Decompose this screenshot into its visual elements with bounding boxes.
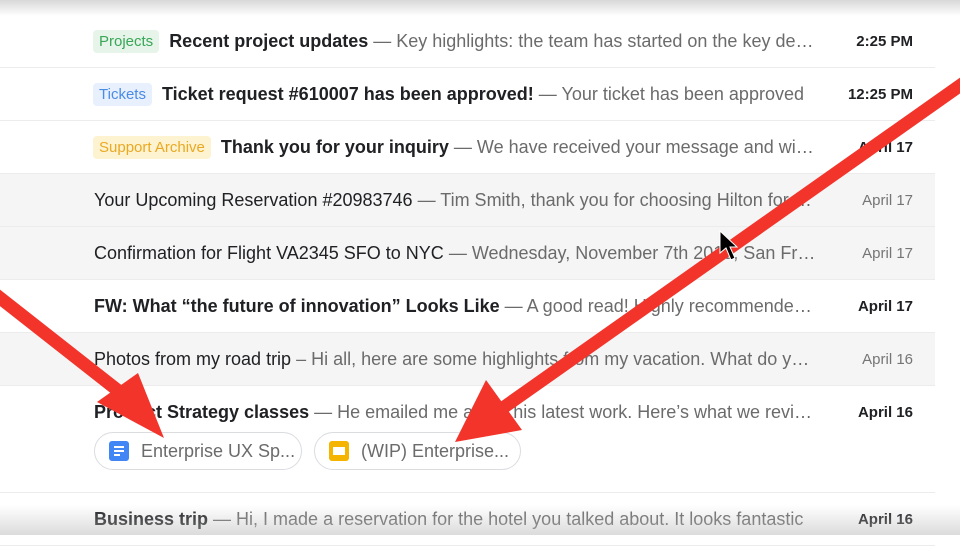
email-snippet: — Tim Smith, thank you for choosing Hilt… [417,189,817,210]
email-date: April 17 [862,244,913,262]
email-snippet: — Wednesday, November 7th 2015, San Fran… [443,242,817,263]
email-label-tag[interactable]: Tickets [93,82,152,106]
email-date: April 16 [857,510,913,528]
email-row[interactable]: Business trip — Hi, I made a reservation… [0,493,935,546]
email-row[interactable]: Confirmation for Flight VA2345 SFO to NY… [0,227,935,280]
email-date: April 17 [862,191,913,209]
attachment-chip-doc[interactable]: Enterprise UX Sp... [94,432,302,470]
email-date: April 17 [857,297,913,315]
attachment-chips: Enterprise UX Sp... (WIP) Enterprise... [94,432,521,470]
attachment-name: Enterprise UX Sp... [141,440,296,461]
email-snippet: — Hi, I made a reservation for the hotel… [208,508,804,529]
email-snippet: – Hi all, here are some highlights from … [291,348,817,369]
attachment-chip-slides[interactable]: (WIP) Enterprise... [314,432,521,470]
attachment-name: (WIP) Enterprise... [361,440,510,461]
email-row[interactable]: Your Upcoming Reservation #20983746 — Ti… [0,174,935,227]
top-shadow [0,0,960,16]
email-subject: Product Strategy classes [94,402,310,422]
email-snippet: — Key highlights: the team has started o… [373,30,817,51]
email-row[interactable]: Tickets Ticket request #610007 has been … [0,68,935,121]
email-subject: Recent project updates [169,30,369,51]
email-snippet: — Your ticket has been approved [533,83,804,104]
email-snippet: — A good read! Highly recommended for ev… [504,295,817,316]
email-date: April 17 [857,138,913,156]
email-subject: Photos from my road trip [94,348,292,369]
email-row[interactable]: FW: What “the future of innovation” Look… [0,280,935,333]
email-row[interactable]: Photos from my road trip – Hi all, here … [0,333,935,386]
email-subject: Your Upcoming Reservation #20983746 [94,189,413,210]
google-slides-icon [329,441,349,461]
google-docs-icon [109,441,129,461]
email-subject: Thank you for your inquiry [220,136,449,157]
email-row[interactable]: Projects Recent project updates — Key hi… [0,15,935,68]
email-label-tag[interactable]: Support Archive [93,135,211,159]
email-subject: FW: What “the future of innovation” Look… [94,295,500,316]
email-date: April 16 [862,350,913,368]
email-row[interactable]: Support Archive Thank you for your inqui… [0,121,935,174]
email-snippet: — He emailed me about his latest work. H… [309,402,817,422]
email-snippet: — We have received your message and will… [453,136,817,157]
email-label-tag[interactable]: Projects [93,29,160,53]
email-date: 12:25 PM [847,85,913,103]
mouse-cursor-icon [719,229,739,261]
email-subject: Business trip [94,508,209,529]
email-date: 2:25 PM [856,32,913,50]
email-subject: Confirmation for Flight VA2345 SFO to NY… [94,242,444,263]
email-date: April 16 [857,404,913,421]
email-subject: Ticket request #610007 has been approved… [161,83,534,104]
